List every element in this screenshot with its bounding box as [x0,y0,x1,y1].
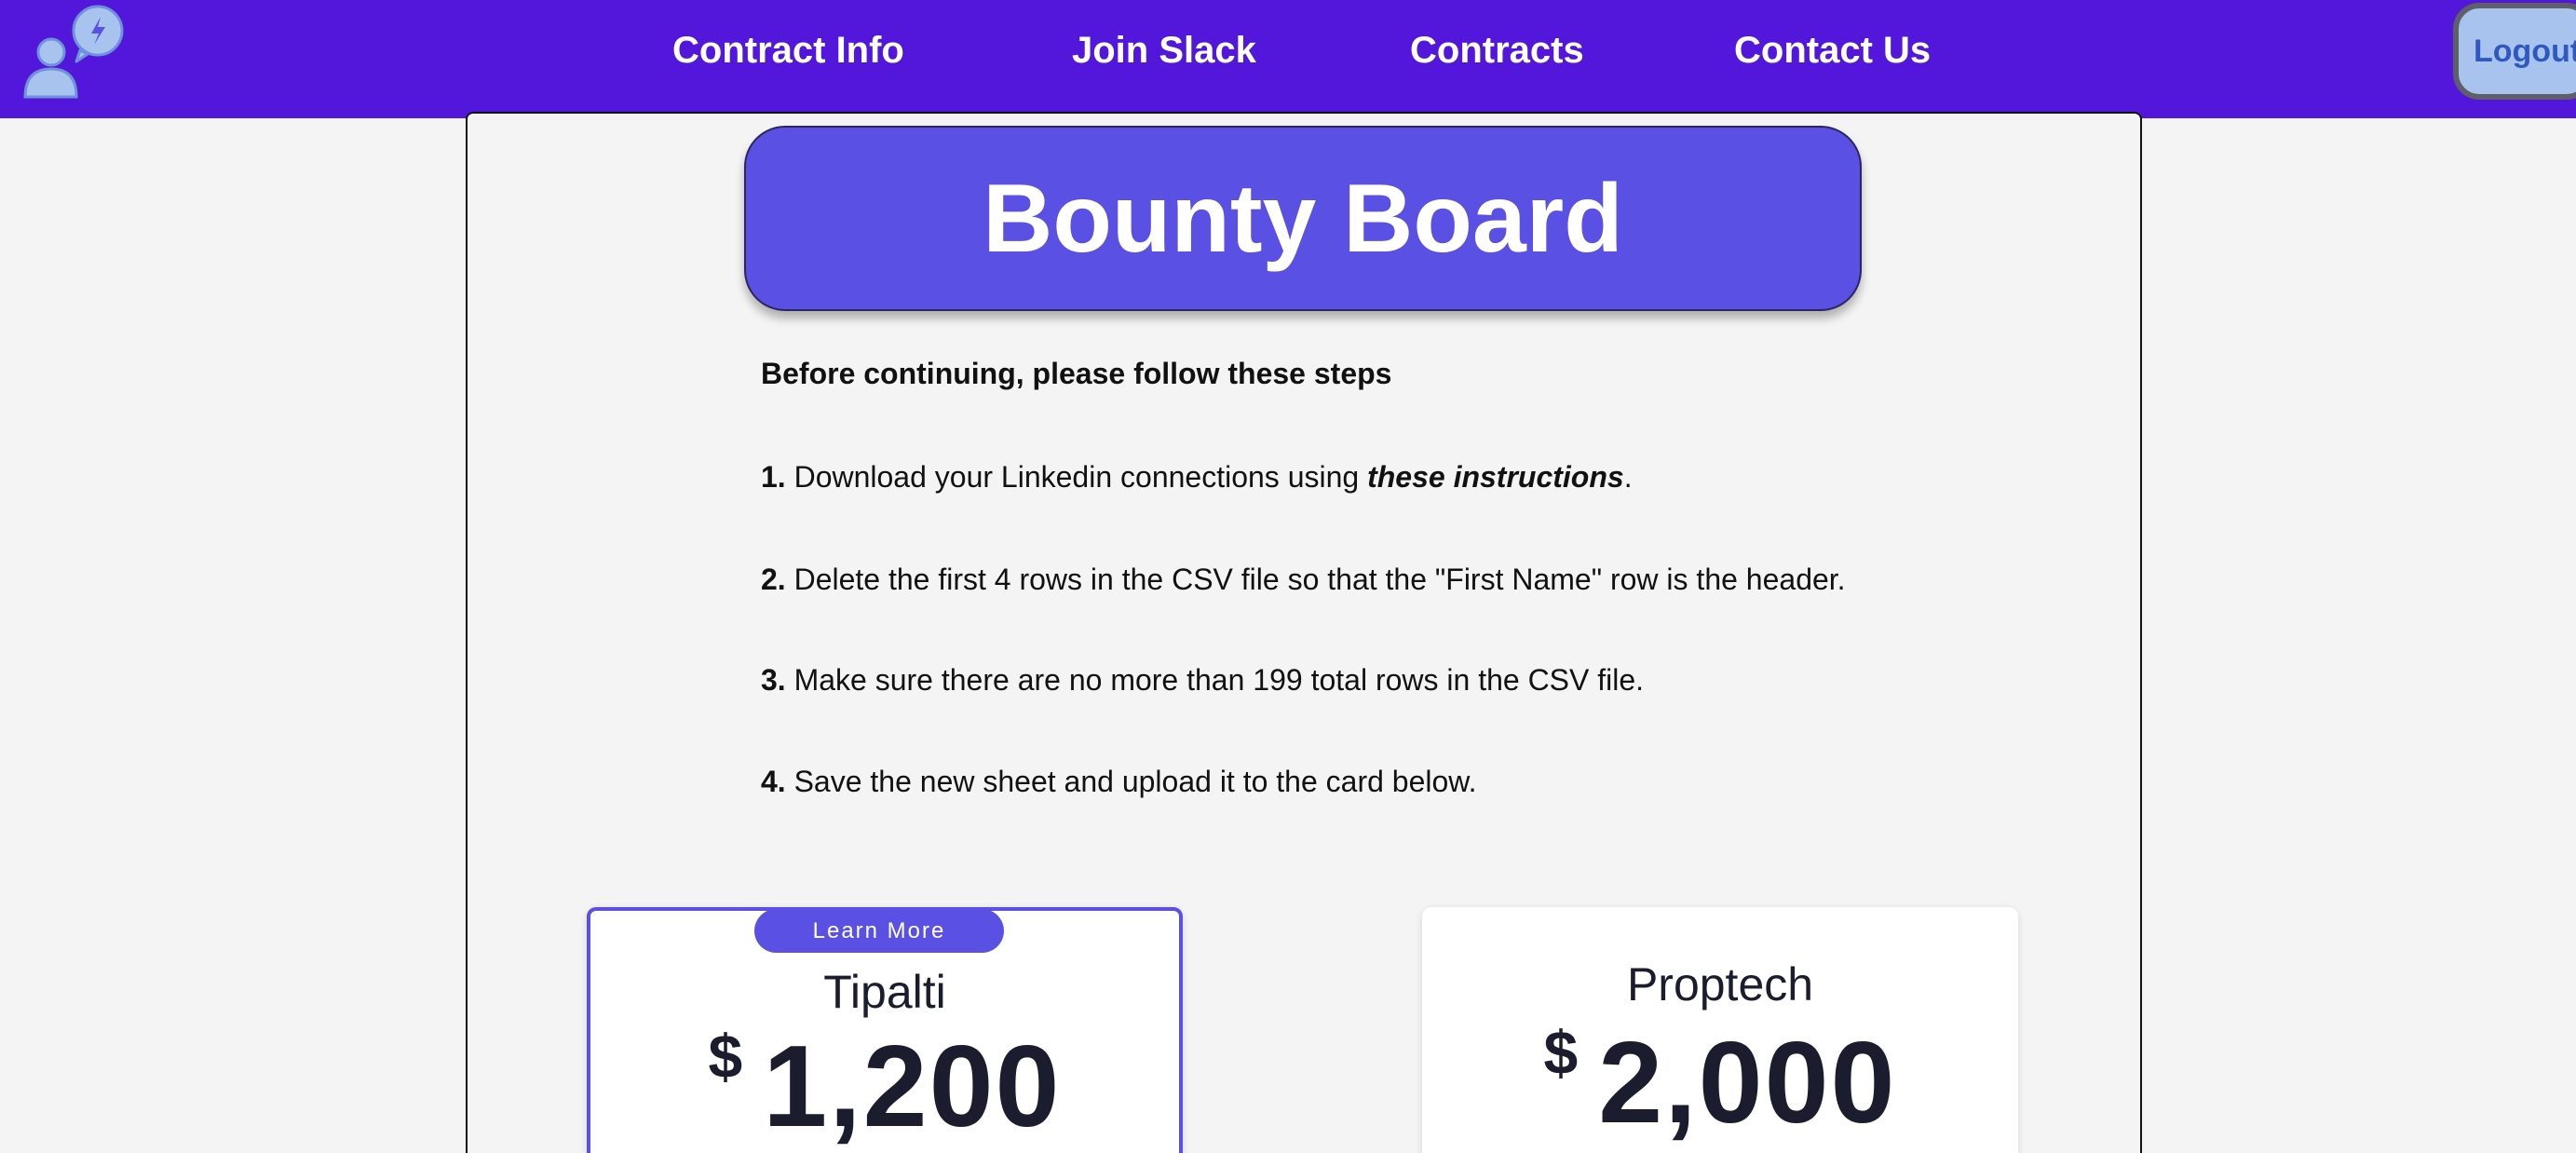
nav-link-contact-us[interactable]: Contact Us [1734,26,1931,75]
page-title: Bounty Board [983,164,1623,273]
step-text: Download your Linkedin connections using [785,460,1368,494]
logout-button[interactable]: Logout [2453,3,2576,100]
currency-symbol: $ [1543,1018,1579,1087]
card-company-name: Tipalti [823,966,946,1018]
step-text: Delete the first 4 rows in the CSV file … [785,563,1846,596]
bounty-amount: 1,200 [763,1023,1062,1151]
step-number: 2. [761,563,786,596]
instructions-heading: Before continuing, please follow these s… [761,357,1392,390]
logo-icon[interactable] [20,4,125,102]
step-text: . [1623,460,1633,494]
step-4: 4. Save the new sheet and upload it to t… [761,765,1477,799]
card-price: $1,200 [587,1022,1183,1147]
step-number: 4. [761,765,786,798]
top-navbar: Contract Info Join Slack Contracts Conta… [0,0,2576,118]
title-banner: Bounty Board [744,126,1862,311]
card-company-name: Proptech [1626,958,1814,1011]
instructions-link[interactable]: these instructions [1367,460,1624,494]
step-1: 1. Download your Linkedin connections us… [761,460,1633,495]
nav-link-join-slack[interactable]: Join Slack [1072,26,1256,75]
step-2: 2. Delete the first 4 rows in the CSV fi… [761,563,1846,597]
step-number: 3. [761,663,786,697]
nav-link-contracts[interactable]: Contracts [1410,26,1584,75]
step-number: 1. [761,460,786,494]
learn-more-button[interactable]: Learn More [754,909,1004,953]
step-3: 3. Make sure there are no more than 199 … [761,663,1644,698]
currency-symbol: $ [708,1022,743,1091]
step-text: Make sure there are no more than 199 tot… [785,663,1645,697]
step-text: Save the new sheet and upload it to the … [785,765,1477,798]
nav-link-contract-info[interactable]: Contract Info [672,26,904,75]
card-price: $2,000 [1422,1018,2018,1144]
bounty-amount: 2,000 [1598,1019,1897,1147]
bounty-card-proptech[interactable]: Proptech $2,000 [1422,907,2018,1153]
